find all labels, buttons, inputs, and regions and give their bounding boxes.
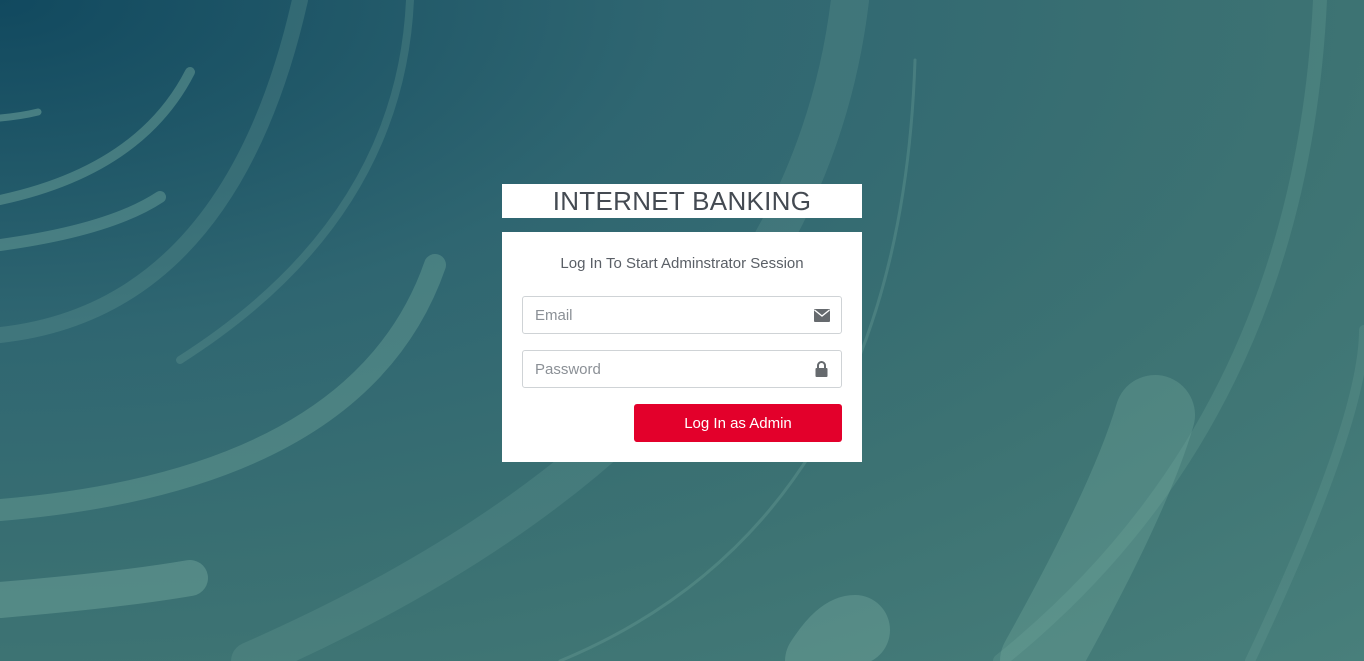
submit-row: Log In as Admin <box>522 404 842 442</box>
login-message: Log In To Start Adminstrator Session <box>560 255 804 272</box>
email-input[interactable] <box>522 296 842 334</box>
app-title-banner: INTERNET BANKING <box>502 184 862 218</box>
login-wrapper: INTERNET BANKING Log In To Start Adminst… <box>502 184 862 462</box>
envelope-icon <box>813 306 830 324</box>
email-field-group <box>522 296 842 334</box>
login-form-box: Log In To Start Adminstrator Session Log… <box>502 232 862 462</box>
login-as-admin-button[interactable]: Log In as Admin <box>634 404 842 442</box>
password-input[interactable] <box>522 350 842 388</box>
lock-icon <box>813 360 830 378</box>
password-field-group <box>522 350 842 388</box>
app-title: INTERNET BANKING <box>552 186 812 216</box>
